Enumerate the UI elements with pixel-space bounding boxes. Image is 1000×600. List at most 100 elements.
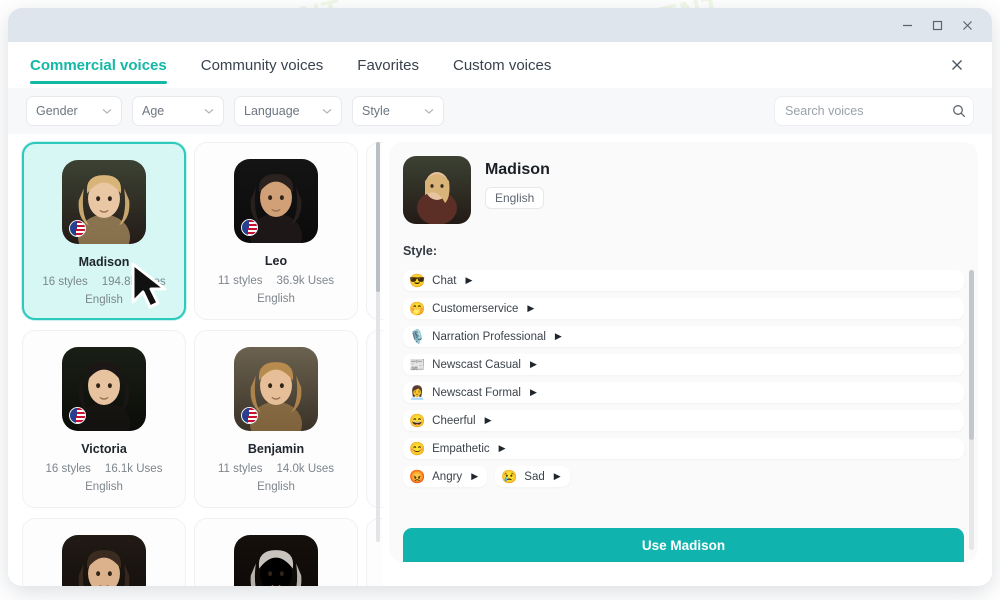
- play-icon[interactable]: ▶: [499, 444, 506, 453]
- tab-bar: Commercial voices Community voices Favor…: [8, 42, 992, 88]
- play-icon[interactable]: ▶: [530, 360, 537, 369]
- voice-details-panel: Madison English Style: 😎 Chat ▶ 🤭 Customerse…: [383, 134, 992, 586]
- minimize-icon[interactable]: [892, 12, 922, 38]
- voice-uses-count: 194.8k Uses: [101, 276, 166, 288]
- app-window: Commercial voices Community voices Favor…: [8, 8, 992, 586]
- voice-card-benjamin[interactable]: Benjamin 11 styles 14.0k Uses English: [194, 330, 358, 508]
- scrollbar-thumb[interactable]: [375, 142, 380, 292]
- style-chip-label: Cheerful: [432, 414, 476, 427]
- style-emoji-icon: 👩‍💼: [408, 385, 426, 400]
- use-voice-button[interactable]: Use Madison: [402, 528, 964, 562]
- voice-meta: 11 styles 36.9k Uses: [218, 275, 334, 287]
- play-icon[interactable]: ▶: [465, 276, 472, 285]
- filter-gender-select[interactable]: Gender: [26, 96, 122, 126]
- filter-style-select[interactable]: Style: [352, 96, 444, 126]
- tab-commercial-voices[interactable]: Commercial voices: [30, 42, 167, 88]
- scrollbar-thumb[interactable]: [969, 270, 974, 440]
- maximize-icon[interactable]: [922, 12, 952, 38]
- tab-label: Custom voices: [452, 56, 552, 74]
- chevron-down-icon: [102, 108, 112, 115]
- voice-uses-count: 36.9k Uses: [276, 275, 335, 287]
- voice-card[interactable]: [366, 518, 383, 586]
- voice-uses-count: 14.0k Uses: [276, 463, 335, 475]
- style-chip-empathetic[interactable]: 😊 Empathetic ▶: [402, 438, 964, 459]
- search-box[interactable]: [774, 96, 974, 126]
- voice-meta: 11 styles 14.0k Uses: [218, 463, 334, 475]
- voice-grid-container: Madison 16 styles 194.8k Uses English Leo 11 …: [8, 134, 383, 586]
- style-chip-angry[interactable]: 😡 Angry ▶: [402, 466, 488, 487]
- voice-card-victoria[interactable]: Victoria 16 styles 16.1k Uses English: [22, 330, 186, 508]
- voice-name: Leo: [264, 254, 288, 268]
- panel-close-icon[interactable]: [944, 52, 970, 78]
- style-emoji-icon: 🤭: [408, 301, 426, 316]
- voice-card-layla[interactable]: Layla16 styles22.3k UsesEnglish: [366, 142, 383, 320]
- voice-name: Benjamin: [247, 442, 305, 456]
- chevron-down-icon: [424, 108, 434, 115]
- style-chip-customerservice[interactable]: 🤭 Customerservice ▶: [402, 298, 964, 319]
- style-section-label: Style:: [402, 244, 437, 258]
- voice-card-emily[interactable]: Emily16 styles11.9k UsesEnglish: [366, 330, 383, 508]
- voice-uses-count: 16.1k Uses: [104, 463, 163, 475]
- filter-label: Style: [362, 104, 390, 118]
- flag-icon: [241, 407, 258, 424]
- voice-details-language-badge: English: [484, 187, 545, 209]
- voice-name: Victoria: [81, 442, 127, 456]
- play-icon[interactable]: ▶: [555, 332, 562, 341]
- flag-icon: [69, 220, 86, 237]
- style-chip-label: Newscast Formal: [432, 386, 521, 399]
- play-icon[interactable]: ▶: [554, 472, 561, 481]
- style-chip-cheerful[interactable]: 😄 Cheerful ▶: [402, 410, 964, 431]
- voice-grid-scrollbar[interactable]: [375, 142, 380, 542]
- voice-avatar: [234, 347, 318, 431]
- style-chip-chat[interactable]: 😎 Chat ▶: [402, 270, 964, 291]
- tab-label: Commercial voices: [30, 56, 167, 74]
- voice-details-header: Madison English: [402, 156, 964, 224]
- search-input[interactable]: [785, 104, 946, 118]
- window-titlebar[interactable]: [8, 8, 992, 42]
- search-icon: [952, 104, 966, 118]
- filter-label: Language: [244, 104, 300, 118]
- voice-details-info: Madison English: [484, 156, 550, 209]
- chevron-down-icon: [322, 108, 332, 115]
- style-chip-sad[interactable]: 😢 Sad ▶: [495, 466, 570, 487]
- voice-avatar: [62, 347, 146, 431]
- voice-card-madison[interactable]: Madison 16 styles 194.8k Uses English: [22, 142, 186, 320]
- style-chip-label: Narration Professional: [432, 330, 546, 343]
- details-scrollbar[interactable]: [969, 270, 974, 550]
- voice-language: English: [85, 294, 123, 306]
- play-icon[interactable]: ▶: [527, 304, 534, 313]
- filter-age-select[interactable]: Age: [132, 96, 224, 126]
- voice-avatar: [62, 535, 146, 586]
- flag-icon: [241, 219, 258, 236]
- tab-community-voices[interactable]: Community voices: [201, 42, 324, 88]
- voice-language: English: [257, 481, 295, 493]
- flag-icon: [69, 407, 86, 424]
- style-chip-label: Sad: [524, 470, 545, 483]
- voice-card[interactable]: [194, 518, 358, 586]
- style-chip-narration-professional[interactable]: 🎙️ Narration Professional ▶: [402, 326, 964, 347]
- voice-card-leo[interactable]: Leo 11 styles 36.9k Uses English: [194, 142, 358, 320]
- voice-style-count: 11 styles: [217, 463, 263, 475]
- voice-details-card: Madison English Style: 😎 Chat ▶ 🤭 Customerse…: [388, 142, 978, 562]
- voice-card[interactable]: [22, 518, 186, 586]
- tab-custom-voices[interactable]: Custom voices: [453, 42, 551, 88]
- filter-language-select[interactable]: Language: [234, 96, 342, 126]
- style-chip-newscast-casual[interactable]: 📰 Newscast Casual ▶: [402, 354, 964, 375]
- style-emoji-icon: 😡: [408, 469, 426, 484]
- style-chip-list: 😎 Chat ▶ 🤭 Customerservice ▶ 🎙️ Narration Profe…: [402, 270, 964, 487]
- style-chip-newscast-formal[interactable]: 👩‍💼 Newscast Formal ▶: [402, 382, 964, 403]
- main-content: Madison 16 styles 194.8k Uses English Leo 11 …: [8, 134, 992, 586]
- play-icon[interactable]: ▶: [485, 416, 492, 425]
- voice-name: Madison: [78, 255, 130, 269]
- style-emoji-icon: 📰: [408, 357, 426, 372]
- style-emoji-icon: 😊: [408, 441, 426, 456]
- play-icon[interactable]: ▶: [471, 472, 478, 481]
- play-icon[interactable]: ▶: [530, 388, 537, 397]
- close-icon[interactable]: [952, 12, 982, 38]
- style-chip-label: Angry: [432, 470, 463, 483]
- voice-style-count: 16 styles: [45, 463, 91, 475]
- voice-details-avatar: [402, 156, 471, 224]
- style-emoji-icon: 😢: [501, 469, 518, 484]
- tab-label: Community voices: [200, 56, 324, 74]
- tab-favorites[interactable]: Favorites: [357, 42, 419, 88]
